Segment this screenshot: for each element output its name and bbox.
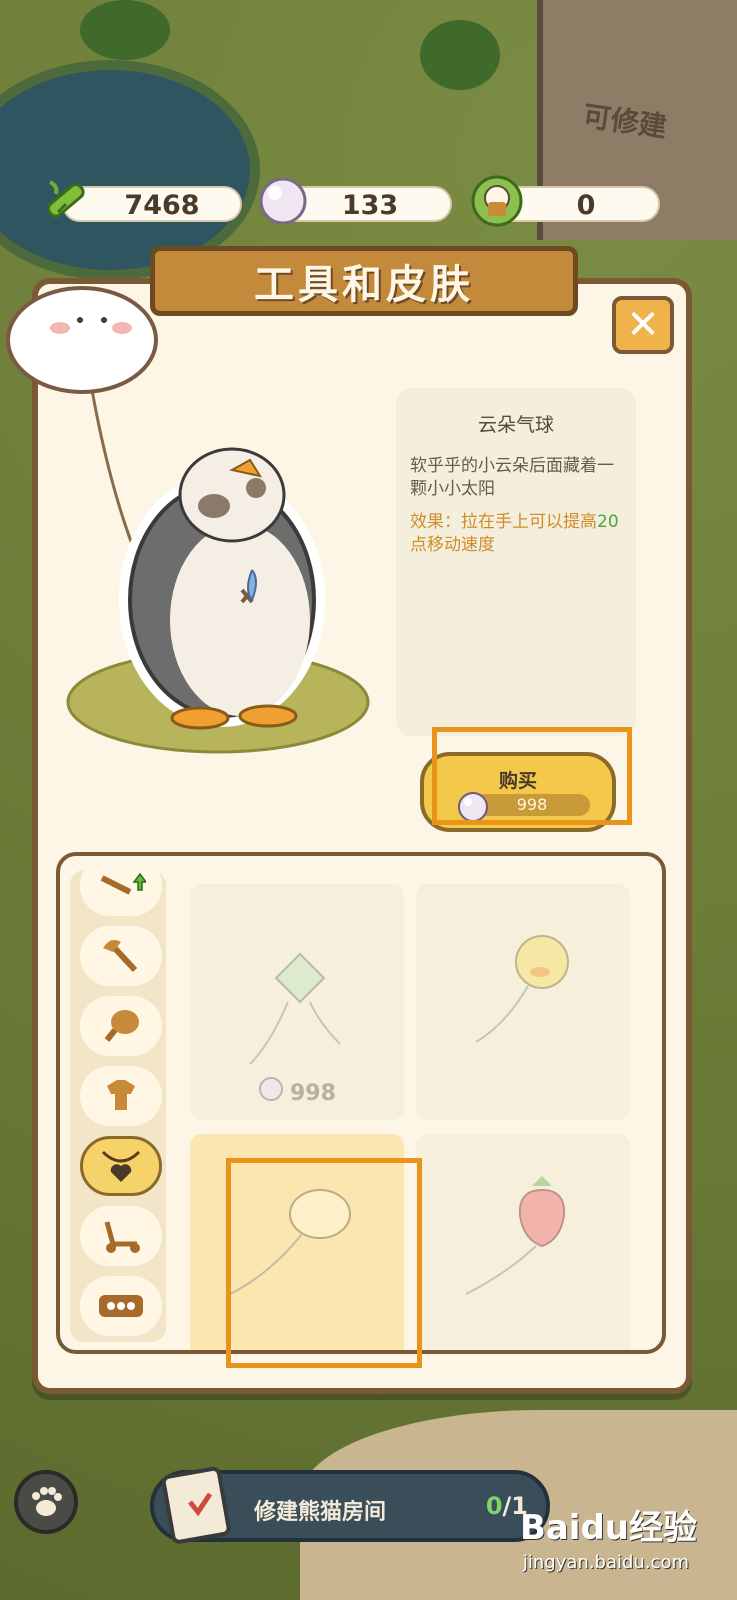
- quest-done: 0: [485, 1492, 503, 1520]
- duck-balloon-icon: [475, 935, 569, 1043]
- clothes-icon: [107, 1080, 135, 1110]
- effect-value: 20: [597, 512, 619, 532]
- scooter-icon: [104, 1221, 140, 1253]
- bush: [420, 20, 500, 90]
- item-effect: 效果：拉在手上可以提高20 点移动速度: [410, 511, 622, 557]
- item-cell-kite[interactable]: 998: [190, 884, 404, 1120]
- axe-icon: [103, 939, 138, 973]
- item-cell-duck-balloon[interactable]: [416, 884, 630, 1120]
- heart-necklace-icon: [101, 1150, 141, 1182]
- pearl-icon: [259, 1077, 283, 1101]
- category-tab-clothes[interactable]: [80, 1066, 162, 1126]
- pearl-icon: [259, 177, 307, 225]
- effect-suffix: 点移动速度: [410, 535, 495, 555]
- paw-icon: [32, 1487, 62, 1516]
- drumstick-icon: [104, 1010, 139, 1042]
- category-tab-tools-upgrade[interactable]: [80, 870, 162, 916]
- category-tab-accessories[interactable]: [80, 1136, 162, 1196]
- category-tab-vehicle[interactable]: [80, 1206, 162, 1266]
- item-cell-strawberry-balloon[interactable]: [416, 1134, 630, 1350]
- penguin-panda-character: [119, 447, 325, 730]
- character-preview: [6, 286, 370, 754]
- item-description: 软乎乎的小云朵后面藏着一颗小小太阳: [410, 456, 614, 499]
- bush: [80, 0, 170, 60]
- item-name: 云朵气球: [477, 414, 554, 436]
- kite-icon: [249, 952, 341, 1065]
- baidu-watermark-url: jingyan.baidu.com: [522, 1552, 689, 1573]
- category-tab-food[interactable]: [80, 996, 162, 1056]
- category-column: [70, 870, 166, 1342]
- close-icon: ✕: [626, 302, 660, 348]
- strawberry-balloon-icon: [465, 1176, 566, 1295]
- category-tab-axe[interactable]: [80, 926, 162, 986]
- bamboo-icon: [46, 180, 85, 218]
- item-description-card: 云朵气球 软乎乎的小云朵后面藏着一颗小小太阳 效果：拉在手上可以提高20 点移动速…: [396, 388, 636, 736]
- cloud-balloon-icon: [6, 286, 158, 394]
- sword-upgrade-icon: [100, 872, 146, 895]
- quest-text: 修建熊猫房间: [254, 1500, 387, 1525]
- more-icon: [99, 1295, 143, 1317]
- category-tab-more[interactable]: [80, 1276, 162, 1336]
- panda-coin-icon: [471, 175, 523, 227]
- menu-button[interactable]: [14, 1470, 78, 1534]
- quest-clipboard-icon: [161, 1466, 231, 1544]
- balloon-string: [90, 389, 140, 561]
- tutorial-highlight-buy: [432, 727, 632, 825]
- tutorial-highlight-item: [226, 1158, 422, 1368]
- baidu-watermark: Baidu经验: [519, 1508, 697, 1548]
- effect-prefix: 效果：拉在手上可以提高: [410, 512, 597, 532]
- item-price: 998: [290, 1081, 336, 1106]
- close-button[interactable]: ✕: [612, 296, 674, 354]
